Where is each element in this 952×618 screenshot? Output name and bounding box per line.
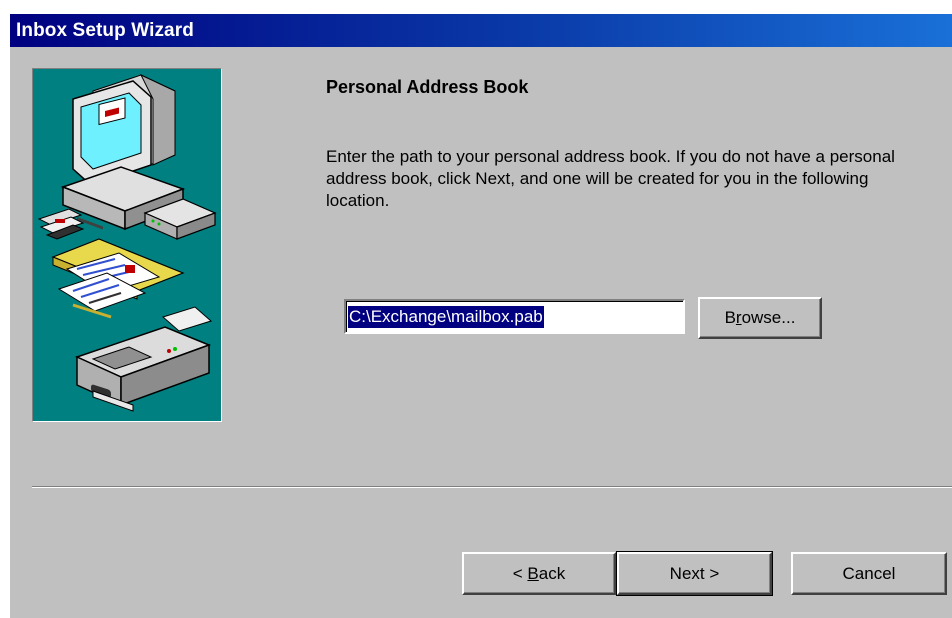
- title-bar[interactable]: Inbox Setup Wizard: [10, 14, 952, 47]
- browse-label-start: B: [724, 308, 736, 327]
- back-arrow-icon: <: [512, 563, 523, 583]
- back-label-end: ack: [538, 563, 566, 583]
- illustration-graphic: [37, 73, 217, 412]
- page-heading: Personal Address Book: [326, 77, 529, 97]
- cancel-button[interactable]: Cancel: [791, 552, 947, 595]
- floppy-disks-icon: [37, 208, 85, 240]
- next-arrow-icon: >: [709, 563, 720, 583]
- window-title: Inbox Setup Wizard: [16, 20, 194, 41]
- next-label: Next: [669, 563, 705, 583]
- browse-label-end: owse...: [741, 308, 796, 327]
- button-separator: [32, 486, 952, 488]
- wizard-illustration: [32, 68, 222, 422]
- folders-icon: [51, 238, 185, 319]
- cancel-label: Cancel: [842, 563, 896, 583]
- back-label-accelerator: B: [527, 563, 539, 583]
- browse-button[interactable]: Br owse...: [698, 297, 822, 339]
- page-description: Enter the path to your personal address …: [326, 147, 895, 210]
- fax-machine-icon: [74, 306, 213, 412]
- next-button[interactable]: Next >: [616, 551, 773, 596]
- wizard-window: Inbox Setup Wizard Personal Address Book…: [10, 14, 952, 618]
- address-book-path-input[interactable]: C:\Exchange\mailbox.pab: [344, 299, 685, 334]
- back-button[interactable]: < Back: [462, 552, 616, 595]
- address-book-path-value: C:\Exchange\mailbox.pab: [348, 306, 544, 328]
